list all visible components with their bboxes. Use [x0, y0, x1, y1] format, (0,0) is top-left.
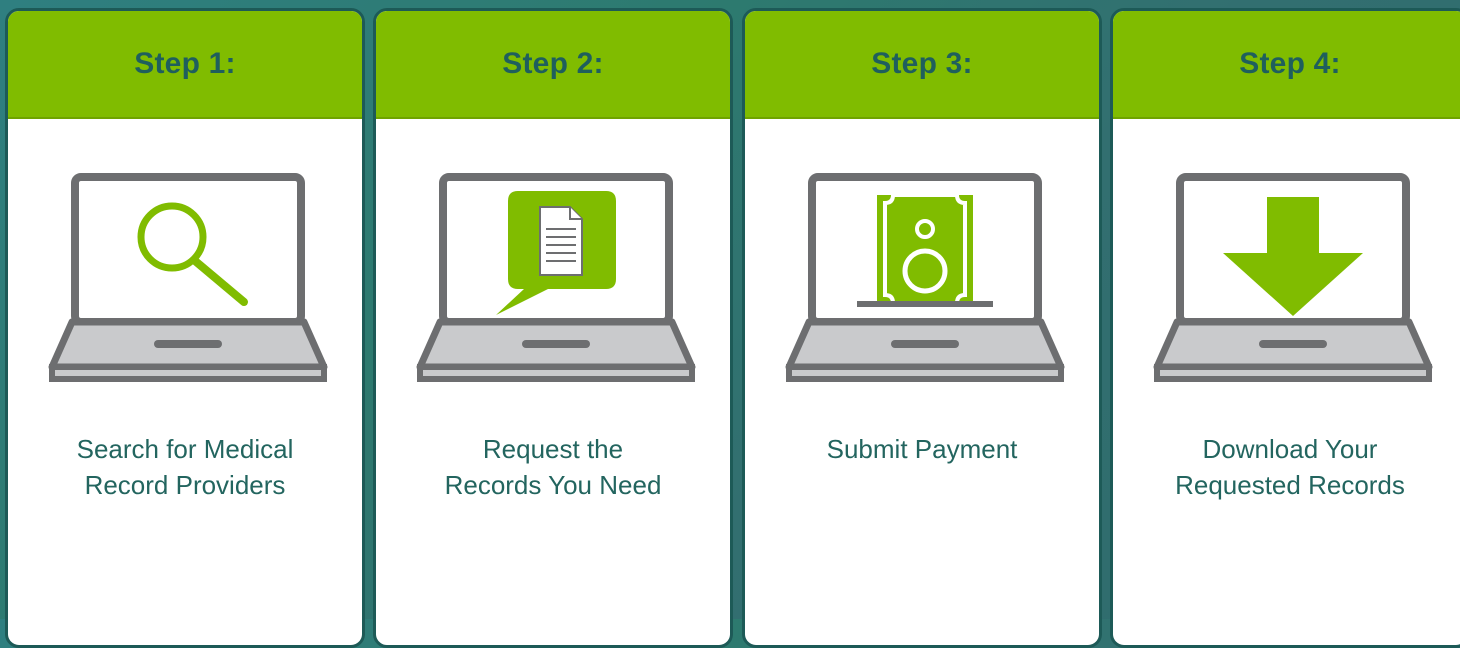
laptop-icon [416, 171, 696, 386]
laptop-icon [48, 171, 328, 386]
step-title: Step 1: [134, 47, 236, 80]
step-description: Submit Payment [745, 431, 1099, 467]
steps-container: Step 1: Search for Medical Record Provid… [0, 0, 1460, 648]
step-description-line: Requested Records [1175, 470, 1405, 500]
step-description-line: Records You Need [444, 470, 662, 500]
step-card-header: Step 1: [8, 11, 362, 119]
step-title: Step 3: [871, 47, 973, 80]
step-card-2: Step 2: Request the Records You Need [373, 8, 733, 648]
step-description: Search for Medical Record Providers [8, 431, 362, 503]
step-card-header: Step 2: [376, 11, 730, 119]
money-bill-icon [857, 193, 993, 307]
step-description-line: Request the [482, 434, 624, 464]
laptop-icon [1153, 171, 1433, 386]
step-description: Request the Records You Need [376, 431, 730, 503]
step-description-line: Search for Medical [76, 434, 294, 464]
step-title: Step 2: [502, 47, 604, 80]
laptop-icon [785, 171, 1065, 386]
step-card-3: Step 3: Submit Payment [742, 8, 1102, 648]
step-title: Step 4: [1239, 47, 1341, 80]
step-card-4: Step 4: Download Your Requested Records [1110, 8, 1460, 648]
step-description-line: Record Providers [84, 470, 286, 500]
step-card-1: Step 1: Search for Medical Record Provid… [5, 8, 365, 648]
step-card-header: Step 4: [1113, 11, 1460, 119]
step-description: Download Your Requested Records [1113, 431, 1460, 503]
step-card-header: Step 3: [745, 11, 1099, 119]
step-description-line: Submit Payment [826, 434, 1018, 464]
step-description-line: Download Your [1202, 434, 1378, 464]
